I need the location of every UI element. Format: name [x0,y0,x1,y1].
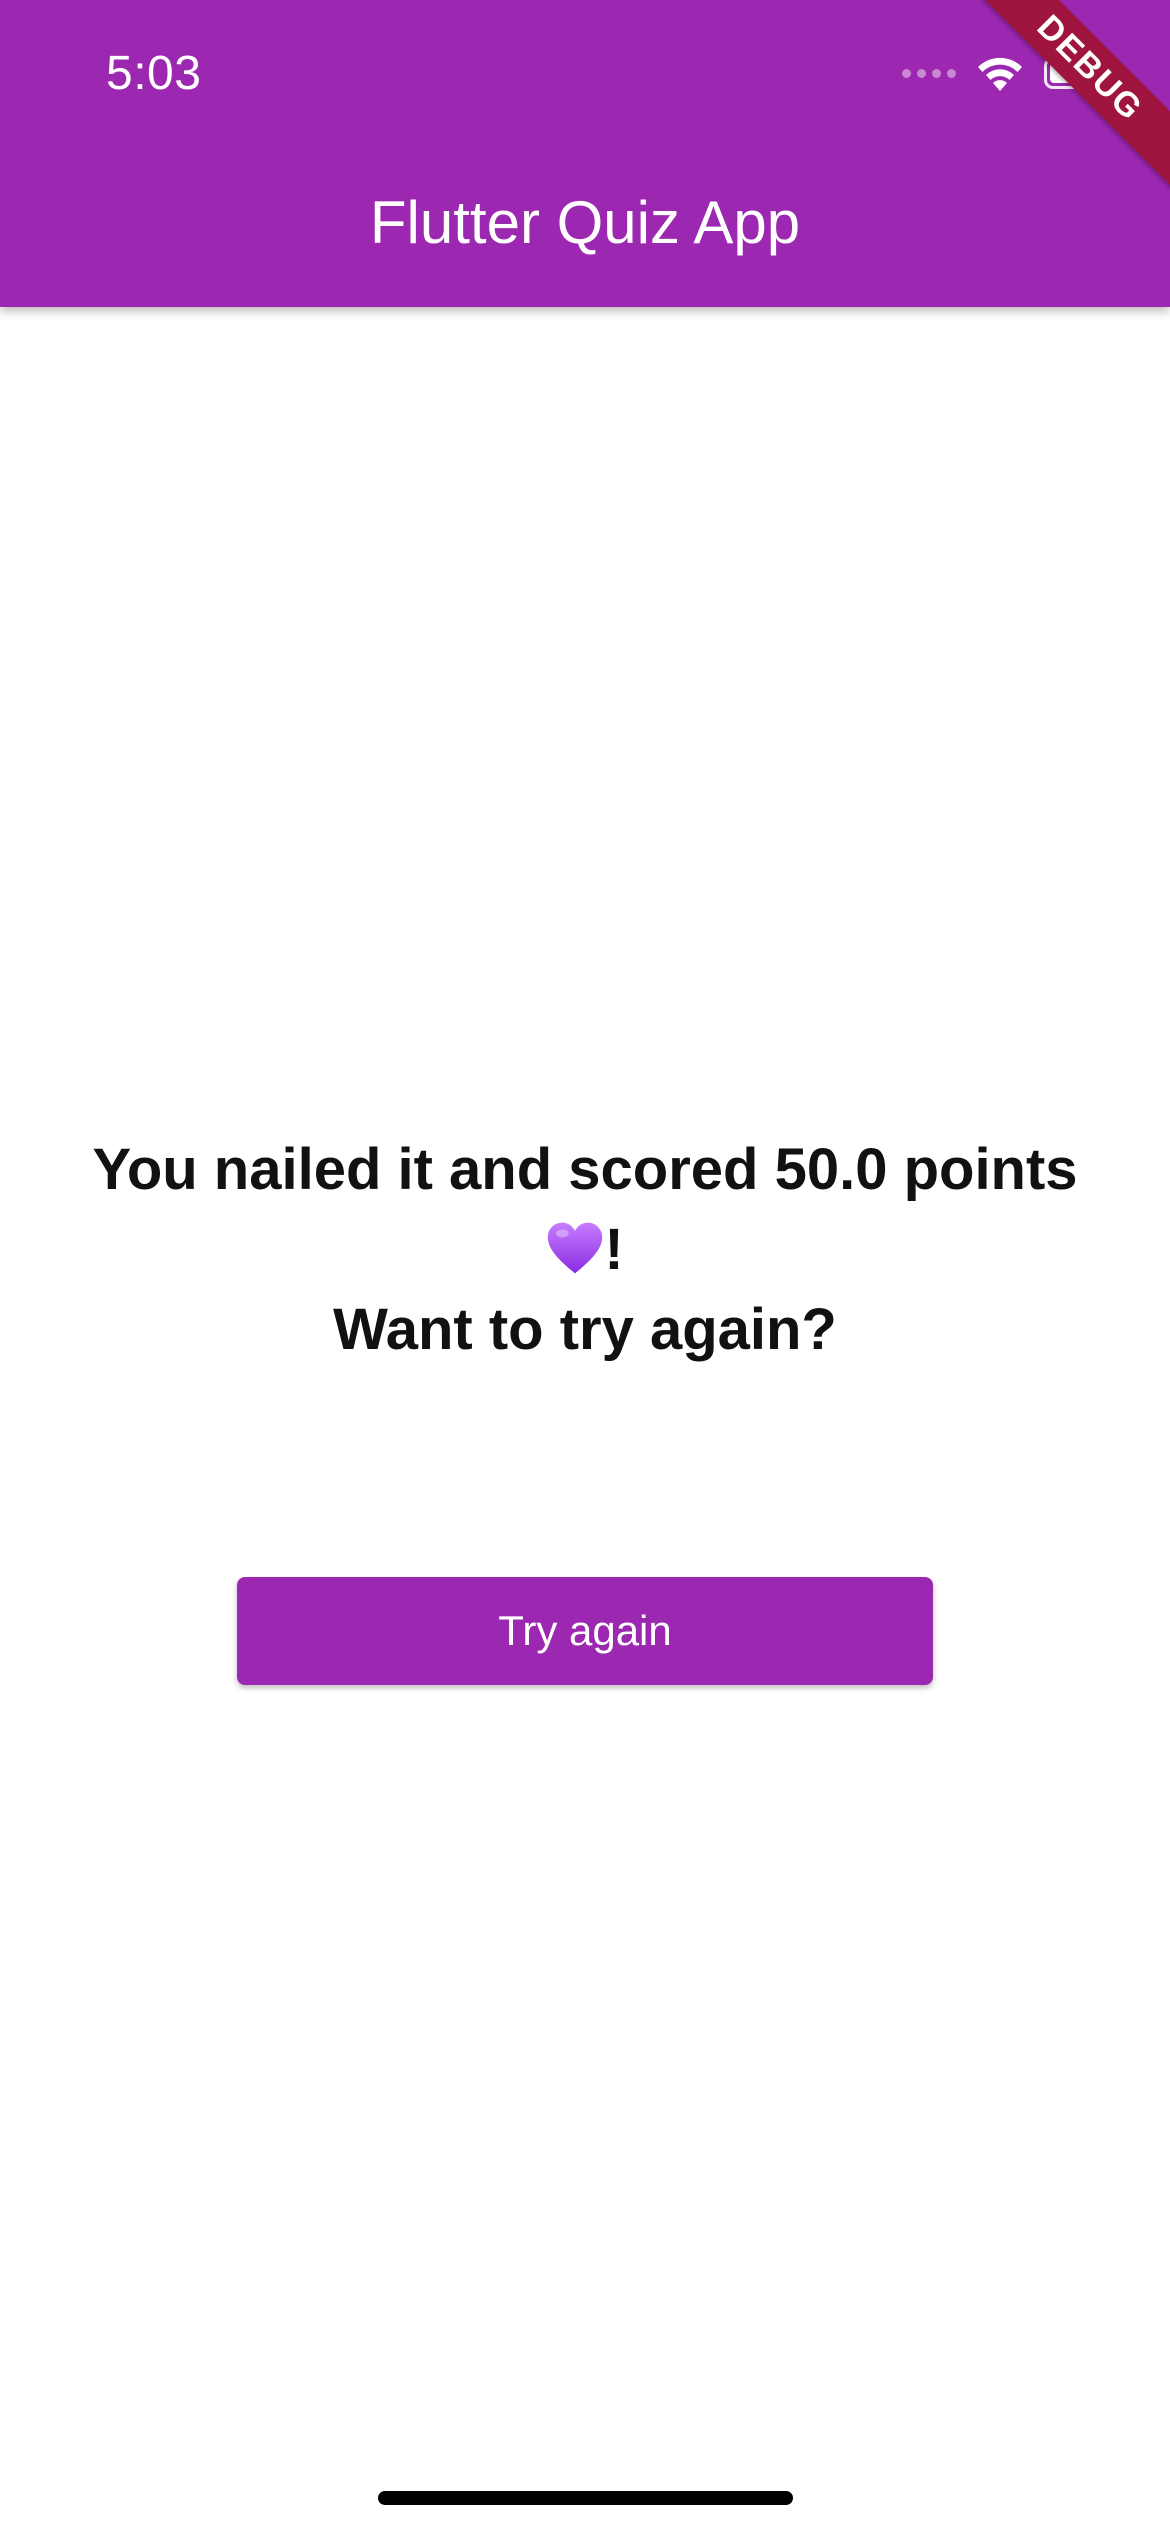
result-heart-line: ! [40,1210,1130,1290]
result-exclamation: ! [604,1217,624,1282]
result-score-text: You nailed it and scored 50.0 points [92,1137,1078,1202]
home-indicator[interactable] [378,2491,793,2505]
try-again-button[interactable]: Try again [237,1577,933,1685]
result-message: You nailed it and scored 50.0 points ! W… [40,1130,1130,1370]
wifi-icon [978,57,1022,91]
purple-heart-icon [548,1222,603,1274]
quiz-result-screen: 5:03 Flutter Quiz App DEBUG You nailed i… [0,0,1170,2532]
app-title: Flutter Quiz App [369,189,801,256]
status-time: 5:03 [106,47,202,100]
result-prompt-text: Want to try again? [333,1297,837,1362]
signal-dots-icon [902,68,956,78]
app-bar: 5:03 Flutter Quiz App [0,0,1170,307]
